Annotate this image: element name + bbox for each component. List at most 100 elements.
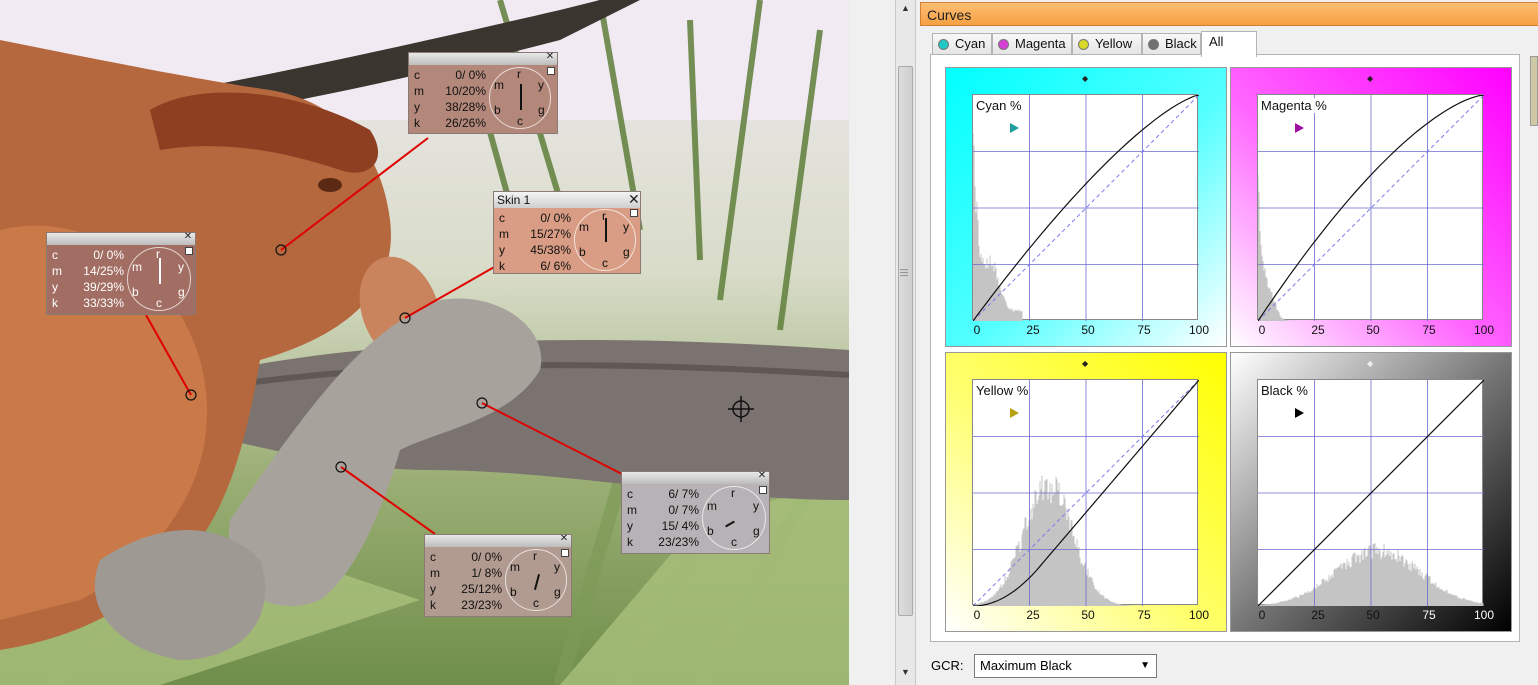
hue-dial: r y g c b m [702, 486, 766, 550]
channel-triangle-icon[interactable] [1295, 408, 1304, 418]
tick-label: 25 [1303, 608, 1333, 622]
probe-y-row: y 38/28% [414, 99, 486, 115]
probe-m-row: m 10/20% [414, 83, 486, 99]
magenta-dot-icon [998, 39, 1009, 50]
tick-label: 75 [1129, 323, 1159, 337]
side-strip [1530, 56, 1538, 126]
vertical-scrollbar[interactable]: ▲ — — — ▼ [895, 0, 916, 685]
close-icon[interactable]: ✕ [757, 471, 767, 481]
probe-y-row: y 45/38% [499, 242, 571, 258]
yellow-curve-box: ◆ Yellow % 0 25 50 75 100 [945, 352, 1227, 632]
probe-k-row: k 6/ 6% [499, 258, 571, 274]
curve-top-marker-icon[interactable]: ◆ [1082, 74, 1088, 83]
probe-c-row: c 0/ 0% [52, 247, 124, 263]
probe-titlebar[interactable]: Skin 1 ✕ [494, 192, 640, 208]
tab-all[interactable]: All [1201, 31, 1257, 57]
probe-y-row: y 25/12% [430, 581, 502, 597]
tab-yellow[interactable]: Yellow [1072, 33, 1142, 55]
probe-m-row: m 1/ 8% [430, 565, 502, 581]
scroll-down-arrow-icon[interactable]: ▼ [896, 664, 915, 680]
probe-titlebar[interactable]: ✕ [425, 535, 571, 547]
tick-label: 75 [1129, 608, 1159, 622]
probe-k-row: k 23/23% [430, 597, 502, 613]
tab-cyan[interactable]: Cyan [932, 33, 992, 55]
tick-label: 25 [1018, 323, 1048, 337]
probe-menu-icon[interactable] [759, 486, 767, 494]
black-curve-plot[interactable] [1257, 379, 1483, 605]
tick-label: 100 [1469, 323, 1499, 337]
yellow-dot-icon [1078, 39, 1089, 50]
tick-label: 75 [1414, 323, 1444, 337]
hue-dial: r y g c b m [489, 67, 551, 129]
image-canvas[interactable]: ✕ c 0/ 0% m 10/20% y 38/28% k 26/26% r y g c… [0, 0, 849, 685]
panel-header: Curves [920, 2, 1538, 26]
scrollbar-thumb[interactable] [898, 66, 913, 616]
tick-label: 50 [1073, 323, 1103, 337]
probe-c-row: c 0/ 0% [430, 549, 502, 565]
tick-label: 0 [962, 323, 992, 337]
tick-label: 50 [1358, 608, 1388, 622]
tab-black[interactable]: Black [1142, 33, 1201, 55]
probe-k-row: k 23/23% [627, 534, 699, 550]
black-curve-box: ◆ Black % 0 25 50 75 100 [1230, 352, 1512, 632]
tick-label: 100 [1184, 608, 1214, 622]
channel-triangle-icon[interactable] [1010, 123, 1019, 133]
tick-label: 25 [1018, 608, 1048, 622]
tick-label: 100 [1184, 323, 1214, 337]
probe-titlebar[interactable]: ✕ [622, 472, 769, 484]
close-icon[interactable]: ✕ [183, 232, 193, 242]
probe-y-row: y 15/ 4% [627, 518, 699, 534]
cyan-curve-box: ◆ Cyan % 0 25 50 75 100 [945, 67, 1227, 347]
panel-title: Curves [927, 7, 971, 23]
probe-name: Skin 1 [497, 193, 530, 207]
tick-label: 75 [1414, 608, 1444, 622]
probe-menu-icon[interactable] [547, 67, 555, 75]
probe-y-row: y 39/29% [52, 279, 124, 295]
probe-k-row: k 26/26% [414, 115, 486, 131]
channel-triangle-icon[interactable] [1295, 123, 1304, 133]
curve-label: Yellow % [976, 383, 1028, 398]
probe-m-row: m 14/25% [52, 263, 124, 279]
cyan-dot-icon [938, 39, 949, 50]
color-probe-5[interactable]: ✕ c 0/ 0% m 1/ 8% y 25/12% k 23/23% r y g c … [424, 534, 572, 617]
grip-icon: — — — [900, 268, 905, 277]
probe-titlebar[interactable]: ✕ [409, 53, 557, 65]
close-icon[interactable]: ✕ [559, 534, 569, 544]
gcr-select[interactable]: Maximum Black ▼ [974, 654, 1157, 678]
tick-label: 50 [1073, 608, 1103, 622]
tick-label: 25 [1303, 323, 1333, 337]
black-dot-icon [1148, 39, 1159, 50]
probe-c-row: c 0/ 0% [499, 210, 571, 226]
color-probe-skin1[interactable]: Skin 1 ✕ c 0/ 0% m 15/27% y 45/38% k 6/ 6% r … [493, 191, 641, 274]
curves-panel: Curves Cyan Magenta Yellow Black All ◆ C… [917, 0, 1538, 685]
scroll-up-arrow-icon[interactable]: ▲ [896, 0, 915, 16]
curve-label: Black % [1261, 383, 1308, 398]
probe-m-row: m 0/ 7% [627, 502, 699, 518]
tick-label: 0 [1247, 608, 1277, 622]
curve-top-marker-icon[interactable]: ◆ [1367, 359, 1373, 368]
close-icon[interactable]: ✕ [545, 52, 555, 62]
curve-label: Magenta % [1261, 98, 1327, 113]
probe-menu-icon[interactable] [185, 247, 193, 255]
curve-top-marker-icon[interactable]: ◆ [1367, 74, 1373, 83]
magenta-curve-box: ◆ Magenta % 0 25 50 75 100 [1230, 67, 1512, 347]
tick-label: 0 [962, 608, 992, 622]
curve-top-marker-icon[interactable]: ◆ [1082, 359, 1088, 368]
tab-magenta[interactable]: Magenta [992, 33, 1072, 55]
probe-menu-icon[interactable] [561, 549, 569, 557]
color-probe-3[interactable]: ✕ c 0/ 0% m 14/25% y 39/29% k 33/33% r y g c… [46, 232, 196, 315]
channel-triangle-icon[interactable] [1010, 408, 1019, 418]
color-probe-4[interactable]: ✕ c 6/ 7% m 0/ 7% y 15/ 4% k 23/23% r y g c … [621, 471, 770, 554]
cyan-curve-plot[interactable] [972, 94, 1198, 320]
magenta-curve-plot[interactable] [1257, 94, 1483, 320]
tick-label: 100 [1469, 608, 1499, 622]
probe-titlebar[interactable]: ✕ [47, 233, 195, 245]
color-probe-1[interactable]: ✕ c 0/ 0% m 10/20% y 38/28% k 26/26% r y g c… [408, 52, 558, 134]
yellow-curve-plot[interactable] [972, 379, 1198, 605]
curve-label: Cyan % [976, 98, 1022, 113]
close-icon[interactable]: ✕ [628, 192, 638, 202]
curves-tab-body: ◆ Cyan % 0 25 50 75 100 ◆ Magenta % 0 25… [930, 54, 1520, 642]
probe-menu-icon[interactable] [630, 209, 638, 217]
hue-dial: r y g c b m [127, 247, 191, 311]
tick-label: 50 [1358, 323, 1388, 337]
